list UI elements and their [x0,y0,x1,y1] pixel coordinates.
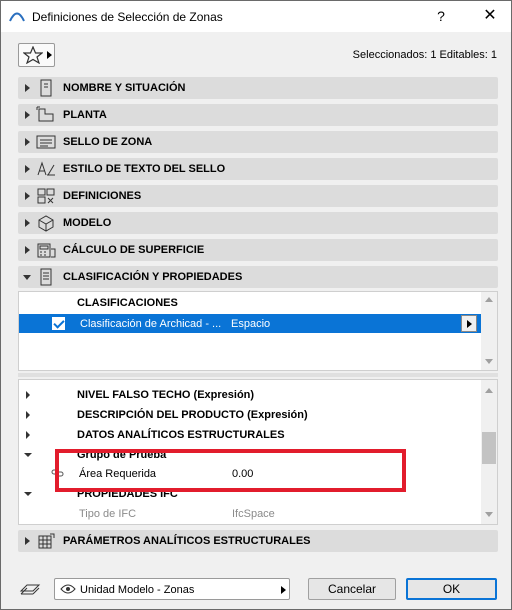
selection-info: Seleccionados: 1 Editables: 1 [352,49,497,61]
expand-arrow-icon [25,246,30,254]
panel-label: DEFINICIONES [63,190,142,202]
window-title: Definiciones de Selección de Zonas [32,10,223,24]
panel-estilo-texto[interactable]: ESTILO DE TEXTO DEL SELLO [18,158,498,180]
name-location-icon [40,79,52,97]
definitions-icon [37,188,55,204]
floor-plan-icon [36,106,54,122]
panel-label: ESTILO DE TEXTO DEL SELLO [63,163,226,175]
panel-planta[interactable]: PLANTA [18,104,498,126]
ok-button[interactable]: OK [406,578,497,600]
classifications-header: CLASIFICACIONES [77,297,178,309]
chevron-right-icon [47,51,52,59]
expand-arrow-icon [25,111,30,119]
scroll-up-icon[interactable] [485,388,493,393]
scroll-up-icon[interactable] [485,297,493,302]
collapse-arrow-icon [23,275,31,280]
text-style-icon [37,161,55,176]
panel-calculo-superficie[interactable]: CÁLCULO DE SUPERFICIE [18,239,498,261]
classification-checkbox[interactable] [52,317,65,330]
expand-arrow-icon[interactable] [26,411,30,419]
property-group-label: DESCRIPCIÓN DEL PRODUCTO (Expresión) [77,409,308,421]
panel-definiciones[interactable]: DEFINICIONES [18,185,498,207]
scroll-down-icon[interactable] [485,512,493,517]
expand-arrow-icon [25,192,30,200]
panel-label: CÁLCULO DE SUPERFICIE [63,244,205,256]
property-group-label: DATOS ANALÍTICOS ESTRUCTURALES [77,429,285,441]
highlight-box [55,449,406,492]
help-button[interactable]: ? [431,6,451,26]
panel-modelo[interactable]: MODELO [18,212,498,234]
classification-icon [40,268,52,286]
model-icon [38,215,54,232]
title-bar: Definiciones de Selección de Zonas ? ✕ [1,1,511,32]
panel-label: NOMBRE Y SITUACIÓN [63,82,186,94]
archicad-logo-icon [9,12,25,22]
property-row[interactable]: Tipo de IFC IfcSpace [19,504,481,524]
panel-label: PLANTA [63,109,107,121]
expand-arrow-icon[interactable] [26,431,30,439]
collapse-arrow-icon[interactable] [24,453,32,457]
panel-label: SELLO DE ZONA [63,136,153,148]
classification-row[interactable]: Clasificación de Archicad - ... Espacio [19,314,481,333]
classification-value: Espacio [231,318,271,330]
expand-arrow-icon [25,219,30,227]
property-label: Tipo de IFC [79,508,137,520]
expand-arrow-icon [25,537,30,545]
classifications-scrollbar[interactable] [481,292,497,370]
layer-icon [19,584,41,595]
classifications-list: CLASIFICACIONES Clasificación de Archica… [18,291,498,371]
property-group-label: NIVEL FALSO TECHO (Expresión) [77,389,255,401]
panel-nombre-situacion[interactable]: NOMBRE Y SITUACIÓN [18,77,498,99]
eye-icon [60,584,76,594]
expand-arrow-icon [25,84,30,92]
property-group-row[interactable]: NIVEL FALSO TECHO (Expresión) [19,385,481,405]
chevron-right-icon [281,586,286,594]
zone-stamp-icon [36,135,56,149]
expand-arrow-icon [25,138,30,146]
collapse-arrow-icon[interactable] [24,492,32,496]
close-button[interactable]: ✕ [477,4,503,28]
property-group-row[interactable]: DATOS ANALÍTICOS ESTRUCTURALES [19,425,481,445]
property-value[interactable]: IfcSpace [232,508,275,520]
cancel-button[interactable]: Cancelar [308,578,396,600]
panel-label: MODELO [63,217,112,229]
structural-analytics-icon [38,533,55,549]
panel-label: CLASIFICACIÓN Y PROPIEDADES [63,271,243,283]
favorites-button[interactable] [18,43,55,67]
property-group-row[interactable]: DESCRIPCIÓN DEL PRODUCTO (Expresión) [19,405,481,425]
classification-select-button[interactable] [461,315,477,332]
splitter-handle[interactable] [18,373,498,377]
scroll-down-icon[interactable] [485,359,493,364]
expand-arrow-icon [25,165,30,173]
panel-parametros-analiticos[interactable]: PARÁMETROS ANALÍTICOS ESTRUCTURALES [18,530,498,552]
layer-combo[interactable]: Unidad Modelo - Zonas [54,578,290,600]
panel-clasificacion-propiedades[interactable]: CLASIFICACIÓN Y PROPIEDADES [18,266,498,288]
classification-system: Clasificación de Archicad - ... [80,318,222,330]
dialog-window: Definiciones de Selección de Zonas ? ✕ S… [0,0,512,610]
panel-sello-zona[interactable]: SELLO DE ZONA [18,131,498,153]
layer-combo-value: Unidad Modelo - Zonas [80,584,195,596]
panel-label: PARÁMETROS ANALÍTICOS ESTRUCTURALES [63,535,311,547]
properties-scrollbar[interactable] [481,380,497,524]
expand-arrow-icon[interactable] [26,391,30,399]
scrollbar-thumb[interactable] [482,432,496,464]
area-calculation-icon [37,243,56,258]
star-icon [23,46,43,64]
